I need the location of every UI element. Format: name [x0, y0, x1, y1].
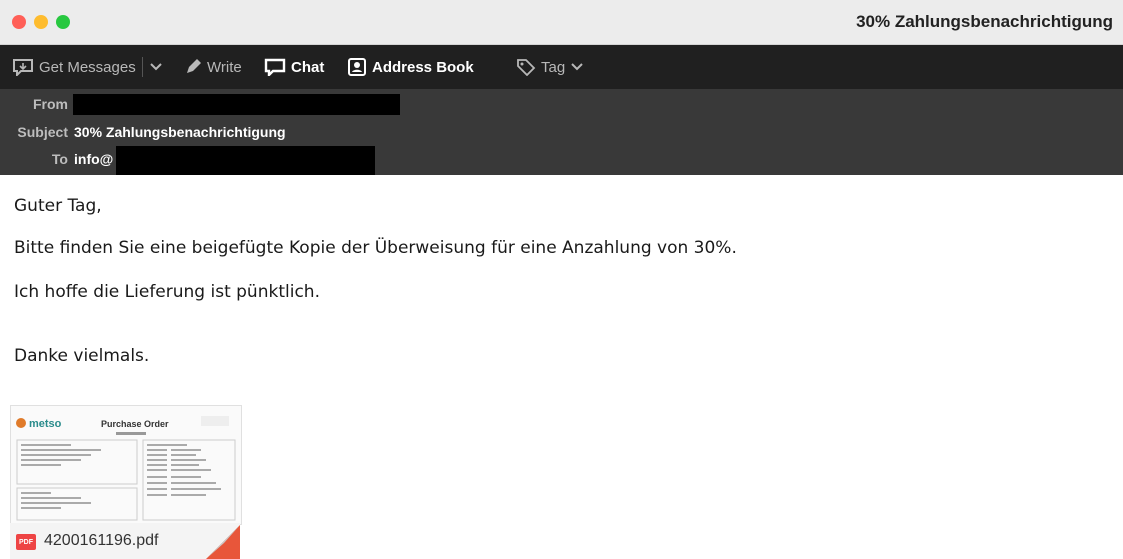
preview-doc-title: Purchase Order [101, 419, 169, 429]
subject-row: Subject 30% Zahlungsbenachrichtigung [0, 121, 286, 143]
chevron-down-icon [150, 63, 162, 71]
tag-button[interactable]: Tag [516, 45, 588, 89]
get-messages-dropdown[interactable] [150, 45, 167, 89]
mail-toolbar: Get Messages Write Chat Address Book Tag [0, 45, 1123, 89]
chat-button[interactable]: Chat [264, 45, 324, 89]
from-label: From [33, 96, 68, 112]
to-row: To info@ [0, 148, 113, 170]
message-headers: From Subject 30% Zahlungsbenachrichtigun… [0, 89, 1123, 175]
message-line: Danke vielmals. [14, 346, 150, 366]
attachment-preview: metso Purchase Order [10, 405, 242, 525]
get-messages-icon [13, 59, 33, 76]
pencil-icon [187, 59, 201, 73]
window-controls [12, 15, 70, 29]
to-value-redacted [116, 146, 375, 175]
toolbar-separator [142, 57, 143, 77]
zoom-window-button[interactable] [56, 15, 70, 29]
address-book-button[interactable]: Address Book [347, 45, 474, 89]
window-title: 30% Zahlungsbenachrichtigung [856, 12, 1113, 31]
attachment-file-name[interactable]: 4200161196.pdf [44, 532, 158, 550]
to-label: To [51, 151, 68, 167]
pdf-icon: PDF [16, 534, 36, 550]
from-value-redacted [73, 94, 400, 115]
address-book-icon [348, 58, 366, 76]
message-line: Ich hoffe die Lieferung ist pünktlich. [14, 282, 320, 302]
attachment-card[interactable]: metso Purchase Order PDF 4200161196.pdf [10, 405, 242, 559]
write-button[interactable]: Write [184, 45, 242, 89]
window-titlebar: 30% Zahlungsbenachrichtigung [0, 0, 1123, 45]
chat-icon [264, 58, 286, 76]
to-value[interactable]: info@ [74, 151, 113, 167]
write-label: Write [207, 58, 242, 76]
tag-label: Tag [541, 58, 566, 76]
document-preview-image: metso Purchase Order [16, 416, 236, 521]
close-window-button[interactable] [12, 15, 26, 29]
subject-label: Subject [17, 124, 68, 140]
chat-label: Chat [291, 58, 325, 76]
address-book-label: Address Book [372, 58, 474, 76]
tag-chevron-down-icon [571, 63, 583, 71]
get-messages-label: Get Messages [39, 58, 136, 76]
tag-icon [517, 59, 536, 76]
subject-value: 30% Zahlungsbenachrichtigung [74, 124, 286, 140]
message-line: Bitte finden Sie eine beigefügte Kopie d… [14, 238, 737, 258]
get-messages-button[interactable]: Get Messages [12, 45, 136, 89]
minimize-window-button[interactable] [34, 15, 48, 29]
preview-brand: metso [29, 418, 62, 430]
message-line: Guter Tag, [14, 196, 102, 216]
from-row: From [0, 93, 68, 115]
